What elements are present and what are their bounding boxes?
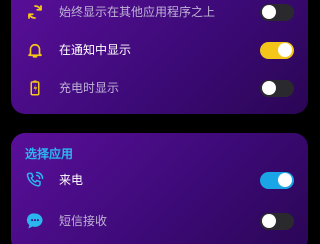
bell-icon [25, 40, 45, 60]
setting-row-always-on-top[interactable]: 始终显示在其他应用程序之上 [11, 0, 308, 26]
app-label-incoming-call: 来电 [59, 173, 84, 187]
toggle-knob [262, 5, 276, 19]
sync-icon [25, 2, 45, 22]
toggle-knob [262, 81, 276, 95]
show-in-notification-toggle[interactable] [260, 41, 294, 59]
setting-row-show-in-notification[interactable]: 在通知中显示 [11, 36, 308, 64]
setting-row-show-while-charging[interactable]: 充电时显示 [11, 74, 308, 102]
app-row-sms-received[interactable]: 短信接收 [11, 207, 308, 235]
always-on-top-toggle[interactable] [260, 3, 294, 21]
app-label-sms-received: 短信接收 [59, 214, 108, 228]
display-settings-card: 始终显示在其他应用程序之上 在通知中显示 充电时显示 [11, 0, 308, 114]
show-while-charging-toggle[interactable] [260, 79, 294, 97]
toggle-knob [278, 43, 292, 57]
battery-charging-icon [25, 78, 45, 98]
section-title-select-apps: 选择应用 [25, 147, 74, 161]
setting-label-show-while-charging: 充电时显示 [59, 81, 120, 95]
toggle-knob [262, 214, 276, 228]
phone-ringing-icon [25, 170, 45, 190]
setting-label-always-on-top: 始终显示在其他应用程序之上 [59, 5, 216, 19]
toggle-knob [278, 173, 292, 187]
setting-label-show-in-notification: 在通知中显示 [59, 43, 132, 57]
app-row-incoming-call[interactable]: 来电 [11, 166, 308, 194]
select-apps-card: 选择应用 来电 短信接收 [11, 133, 308, 244]
message-icon [25, 211, 45, 231]
incoming-call-toggle[interactable] [260, 171, 294, 189]
sms-received-toggle[interactable] [260, 212, 294, 230]
